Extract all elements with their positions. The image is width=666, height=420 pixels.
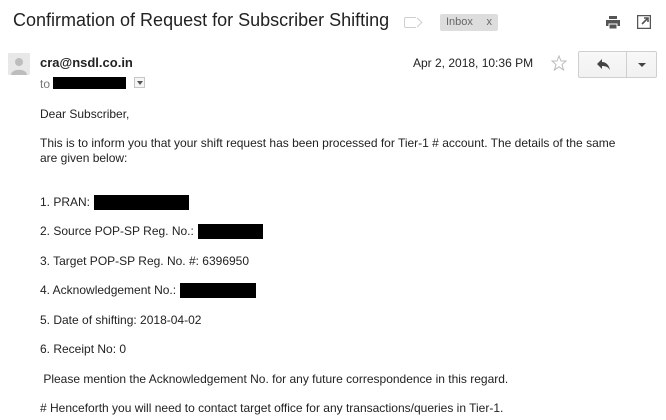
redacted-source-pop [198,224,264,240]
recipient-prefix: to [40,77,51,91]
inbox-label-text: Inbox [446,16,473,28]
inbox-label-chip[interactable]: Inbox x [440,14,498,31]
reply-button[interactable] [579,52,627,77]
recipient-details-dropdown[interactable] [134,77,145,88]
print-icon[interactable] [606,16,620,29]
pran-label: 1. PRAN: [40,195,91,209]
acknowledgement-label: 4. Acknowledgement No.: [40,283,177,297]
reply-button-group [578,51,657,78]
intro-paragraph: This is to inform you that your shift re… [40,136,616,165]
note-paragraph: Please mention the Acknowledgement No. f… [40,372,509,386]
new-window-icon[interactable] [637,15,651,29]
avatar-icon [8,53,30,75]
greeting: Dear Subscriber, [40,107,130,121]
more-options-button[interactable] [627,52,656,77]
list-item-target-pop: 3. Target POP-SP Reg. No. #: 6396950 [40,254,250,268]
list-item-acknowledgement: 4. Acknowledgement No.: [40,283,257,299]
email-subject: Confirmation of Request for Subscriber S… [13,10,390,30]
reply-icon [597,59,610,70]
list-item-receipt-no: 6. Receipt No: 0 [40,342,127,356]
star-icon[interactable] [551,55,567,71]
footer-paragraph: # Henceforth you will need to contact ta… [40,401,504,415]
remove-label-button[interactable]: x [487,14,493,31]
list-item-source-pop: 2. Source POP-SP Reg. No.: [40,224,264,240]
redacted-acknowledgement [180,283,257,299]
email-header: Confirmation of Request for Subscriber S… [0,0,666,44]
list-item-date-of-shifting: 5. Date of shifting: 2018-04-02 [40,313,202,327]
source-pop-label: 2. Source POP-SP Reg. No.: [40,224,194,238]
label-icon[interactable] [404,17,416,28]
redacted-pran [94,195,190,211]
sender-address[interactable]: cra@nsdl.co.in [40,55,133,70]
redacted-recipient [53,77,126,89]
email-date: Apr 2, 2018, 10:36 PM [413,56,534,70]
list-item-pran: 1. PRAN: [40,195,190,211]
